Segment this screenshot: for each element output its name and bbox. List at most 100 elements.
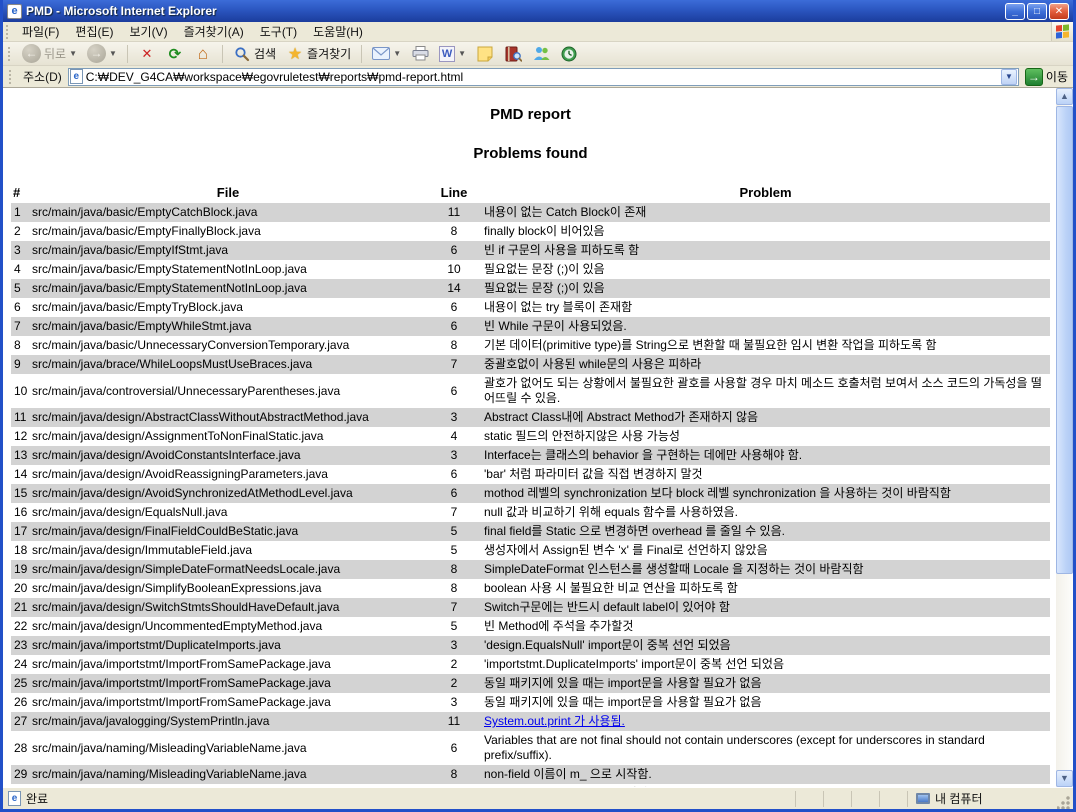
close-button[interactable]: ✕ xyxy=(1049,3,1069,20)
search-button[interactable]: 검색 xyxy=(229,44,280,64)
row-number-cell: 10 xyxy=(11,374,29,408)
problem-cell: 필요없는 문장 (;)이 있음 xyxy=(481,279,1050,298)
address-dropdown-icon[interactable]: ▼ xyxy=(1001,69,1017,85)
row-number-cell: 9 xyxy=(11,355,29,374)
resize-grip[interactable] xyxy=(1057,795,1071,809)
my-computer-icon xyxy=(916,793,930,804)
refresh-button[interactable]: ⟳ xyxy=(162,44,188,64)
research-button[interactable] xyxy=(500,44,526,64)
stop-button[interactable]: ✕ xyxy=(134,44,160,64)
mail-button[interactable]: ▼ xyxy=(368,44,405,64)
media-clock-icon xyxy=(560,45,578,63)
scrollbar-track[interactable] xyxy=(1056,575,1073,770)
search-label: 검색 xyxy=(254,45,276,62)
line-cell: 5 xyxy=(427,541,481,560)
problem-cell: 필요없는 문장 (;)이 있음 xyxy=(481,260,1050,279)
line-cell: 8 xyxy=(427,336,481,355)
row-number-cell: 8 xyxy=(11,336,29,355)
messenger-button[interactable] xyxy=(528,44,554,64)
table-row: 21 src/main/java/design/SwitchStmtsShoul… xyxy=(11,598,1050,617)
file-cell: src/main/java/design/AbstractClassWithou… xyxy=(29,408,427,427)
back-dropdown-icon[interactable]: ▼ xyxy=(69,49,77,58)
back-button[interactable]: ← 뒤로 ▼ xyxy=(18,43,81,64)
row-number-cell: 22 xyxy=(11,617,29,636)
problem-cell: non-field 이름이 m_ 으로 시작함. xyxy=(481,765,1050,784)
menu-favorites[interactable]: 즐겨찾기(A) xyxy=(176,21,252,42)
row-number-cell: 23 xyxy=(11,636,29,655)
browser-viewport: PMD report Problems found # File Line Pr… xyxy=(3,88,1073,787)
row-number-cell: 6 xyxy=(11,298,29,317)
menu-tools[interactable]: 도구(T) xyxy=(252,21,305,42)
menu-help[interactable]: 도움말(H) xyxy=(305,21,371,42)
scroll-down-icon[interactable]: ▼ xyxy=(1056,770,1073,787)
table-header-row: # File Line Problem xyxy=(11,182,1050,203)
line-cell: 6 xyxy=(427,298,481,317)
vertical-scrollbar[interactable]: ▲ ▼ xyxy=(1056,88,1073,787)
scrollbar-thumb[interactable] xyxy=(1056,106,1073,574)
address-value: C:₩DEV_G4CA₩workspace₩egovruletest₩repor… xyxy=(86,70,463,84)
line-cell: 6 xyxy=(427,731,481,765)
table-row: 22 src/main/java/design/UncommentedEmpty… xyxy=(11,617,1050,636)
menu-bar: 파일(F) 편집(E) 보기(V) 즐겨찾기(A) 도구(T) 도움말(H) xyxy=(3,22,1073,42)
forward-button[interactable]: → ▼ xyxy=(83,43,121,64)
maximize-button[interactable]: □ xyxy=(1027,3,1047,20)
row-number-cell: 3 xyxy=(11,241,29,260)
messenger-icon xyxy=(532,45,550,63)
status-pane xyxy=(795,791,823,807)
problem-cell: static 필드의 안전하지않은 사용 가능성 xyxy=(481,427,1050,446)
problem-cell: 'design.EqualsNull' import문이 중복 선언 되었음 xyxy=(481,636,1050,655)
table-row: 16 src/main/java/design/EqualsNull.java … xyxy=(11,503,1050,522)
menu-edit[interactable]: 편집(E) xyxy=(67,21,121,42)
file-cell: src/main/java/design/AvoidReassigningPar… xyxy=(29,465,427,484)
edit-dropdown-icon[interactable]: ▼ xyxy=(458,49,466,58)
media-button[interactable] xyxy=(556,44,582,64)
minimize-button[interactable]: _ xyxy=(1005,3,1025,20)
problem-cell: SimpleDateFormat 인스턴스를 생성할때 Locale 을 지정하… xyxy=(481,560,1050,579)
status-pane xyxy=(879,791,907,807)
file-cell: src/main/java/importstmt/ImportFromSameP… xyxy=(29,655,427,674)
table-row: 2 src/main/java/basic/EmptyFinallyBlock.… xyxy=(11,222,1050,241)
row-number-cell: 19 xyxy=(11,560,29,579)
favorites-button[interactable]: ★ 즐겨찾기 xyxy=(282,44,355,64)
file-cell: src/main/java/naming/MisleadingVariableN… xyxy=(29,731,427,765)
scroll-up-icon[interactable]: ▲ xyxy=(1056,88,1073,105)
search-icon xyxy=(233,45,251,63)
row-number-cell: 21 xyxy=(11,598,29,617)
column-header-file: File xyxy=(29,182,427,203)
line-cell: 7 xyxy=(427,355,481,374)
row-number-cell: 11 xyxy=(11,408,29,427)
table-row: 3 src/main/java/basic/EmptyIfStmt.java 6… xyxy=(11,241,1050,260)
menu-view[interactable]: 보기(V) xyxy=(121,21,175,42)
address-input[interactable]: e C:₩DEV_G4CA₩workspace₩egovruletest₩rep… xyxy=(68,68,1019,86)
edit-word-button[interactable]: W ▼ xyxy=(435,45,470,63)
refresh-icon: ⟳ xyxy=(166,45,184,63)
table-row: 14 src/main/java/design/AvoidReassigning… xyxy=(11,465,1050,484)
menu-gripper xyxy=(6,25,11,39)
print-icon xyxy=(411,45,429,63)
mail-dropdown-icon[interactable]: ▼ xyxy=(393,49,401,58)
file-cell: src/main/java/design/FinalFieldCouldBeSt… xyxy=(29,522,427,541)
line-cell: 6 xyxy=(427,374,481,408)
forward-dropdown-icon[interactable]: ▼ xyxy=(109,49,117,58)
home-button[interactable]: ⌂ xyxy=(190,44,216,64)
table-row: 15 src/main/java/design/AvoidSynchronize… xyxy=(11,484,1050,503)
notes-button[interactable] xyxy=(472,44,498,64)
problem-cell: 중괄호없이 사용된 while문의 사용은 피하라 xyxy=(481,355,1050,374)
print-button[interactable] xyxy=(407,44,433,64)
line-cell: 11 xyxy=(427,203,481,222)
problem-cell: 괄호가 없어도 되는 상황에서 불필요한 괄호를 사용할 경우 마치 메소드 호… xyxy=(481,374,1050,408)
file-cell: src/main/java/design/SimplifyBooleanExpr… xyxy=(29,579,427,598)
problem-cell: final field를 Static 으로 변경하면 overhead 를 줄… xyxy=(481,522,1050,541)
address-gripper xyxy=(9,70,14,84)
go-button[interactable]: → 이동 xyxy=(1023,68,1070,86)
table-row: 7 src/main/java/basic/EmptyWhileStmt.jav… xyxy=(11,317,1050,336)
back-icon: ← xyxy=(22,44,41,63)
row-number-cell: 4 xyxy=(11,260,29,279)
problem-link[interactable]: System.out.print 가 사용됨. xyxy=(484,714,625,728)
menu-file[interactable]: 파일(F) xyxy=(14,21,67,42)
table-row: 26 src/main/java/importstmt/ImportFromSa… xyxy=(11,693,1050,712)
file-cell: src/main/java/design/AvoidSynchronizedAt… xyxy=(29,484,427,503)
security-zone-pane: 내 컴퓨터 xyxy=(907,791,1057,807)
toolbar-gripper xyxy=(8,47,13,61)
table-row: 1 src/main/java/basic/EmptyCatchBlock.ja… xyxy=(11,203,1050,222)
